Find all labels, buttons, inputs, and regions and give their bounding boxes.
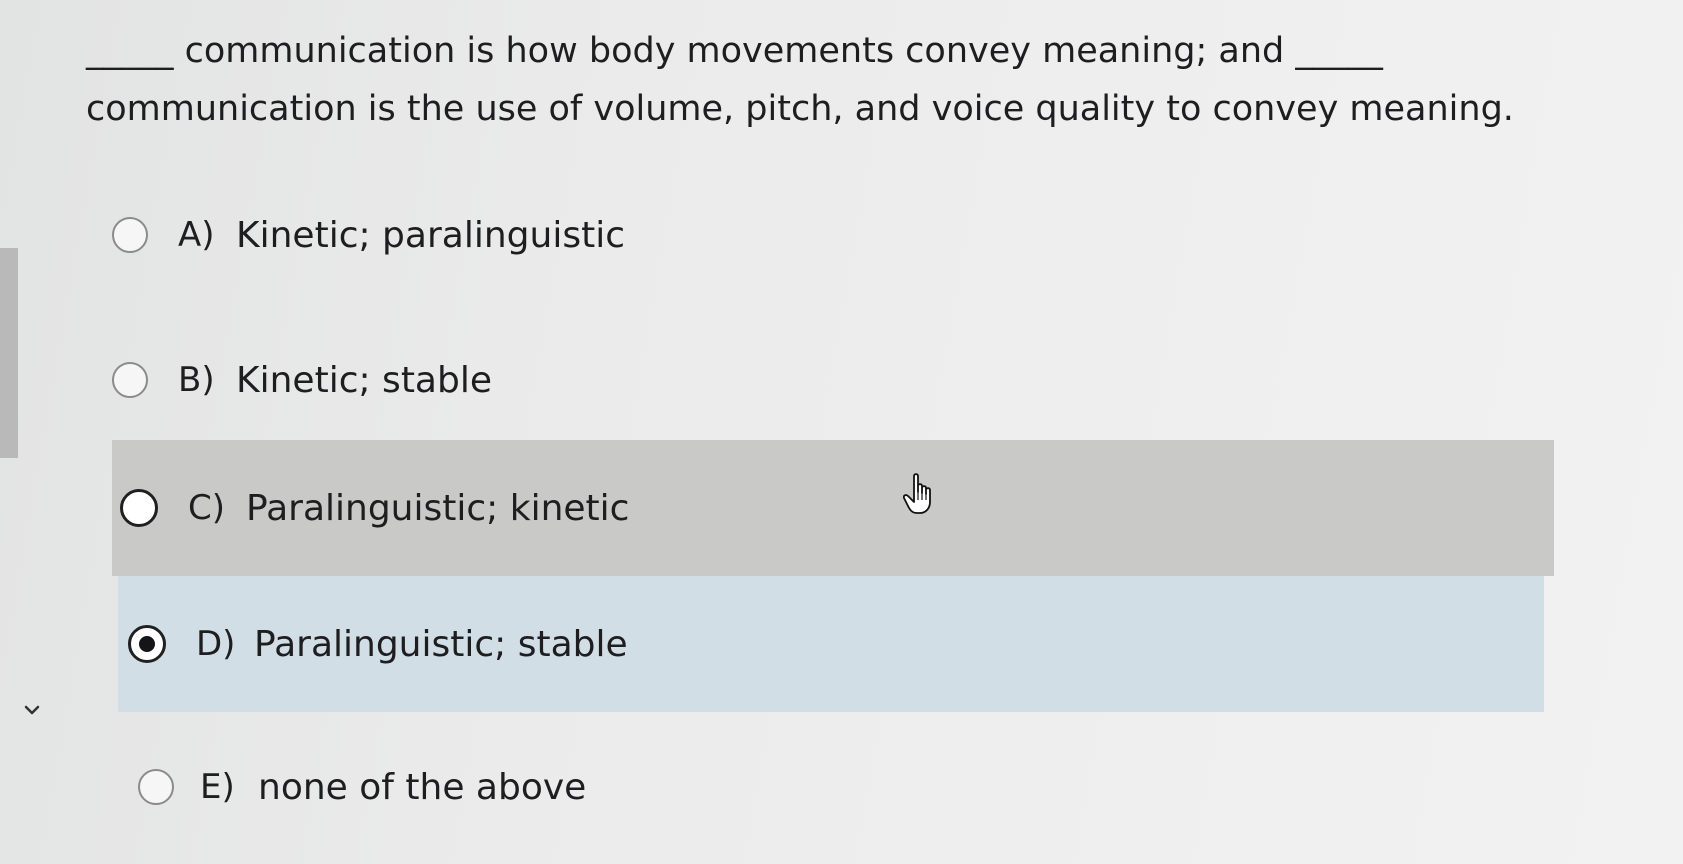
- option-letter-d: D): [196, 624, 236, 664]
- radio-button-b[interactable]: [112, 362, 148, 398]
- radio-button-a[interactable]: [112, 217, 148, 253]
- option-text-a: Kinetic; paralinguistic: [236, 214, 625, 256]
- chevron-down-icon[interactable]: [22, 700, 42, 720]
- question-text: _____ communication is how body movement…: [86, 22, 1626, 138]
- question-line-1: _____ communication is how body movement…: [86, 31, 1383, 71]
- answer-option-c[interactable]: C) Paralinguistic; kinetic: [112, 440, 1554, 576]
- question-line-2: communication is the use of volume, pitc…: [86, 89, 1514, 129]
- radio-button-e[interactable]: [138, 769, 174, 805]
- option-text-d: Paralinguistic; stable: [254, 623, 628, 665]
- answer-option-e[interactable]: E) none of the above: [138, 752, 738, 822]
- radio-button-d[interactable]: [128, 625, 166, 663]
- option-text-e: none of the above: [258, 766, 587, 808]
- answer-option-d[interactable]: D) Paralinguistic; stable: [118, 576, 1544, 712]
- radio-selected-dot: [139, 636, 155, 652]
- option-letter-e: E): [200, 767, 235, 807]
- option-text-c: Paralinguistic; kinetic: [246, 487, 630, 529]
- left-panel-edge: [0, 248, 18, 458]
- option-letter-c: C): [188, 488, 226, 528]
- answer-option-b[interactable]: B) Kinetic; stable: [112, 345, 712, 415]
- radio-button-c[interactable]: [120, 489, 158, 527]
- option-letter-b: B): [178, 360, 215, 400]
- hand-pointer-icon: [902, 472, 939, 516]
- answer-option-a[interactable]: A) Kinetic; paralinguistic: [112, 200, 712, 270]
- option-letter-a: A): [178, 215, 215, 255]
- option-text-b: Kinetic; stable: [236, 359, 492, 401]
